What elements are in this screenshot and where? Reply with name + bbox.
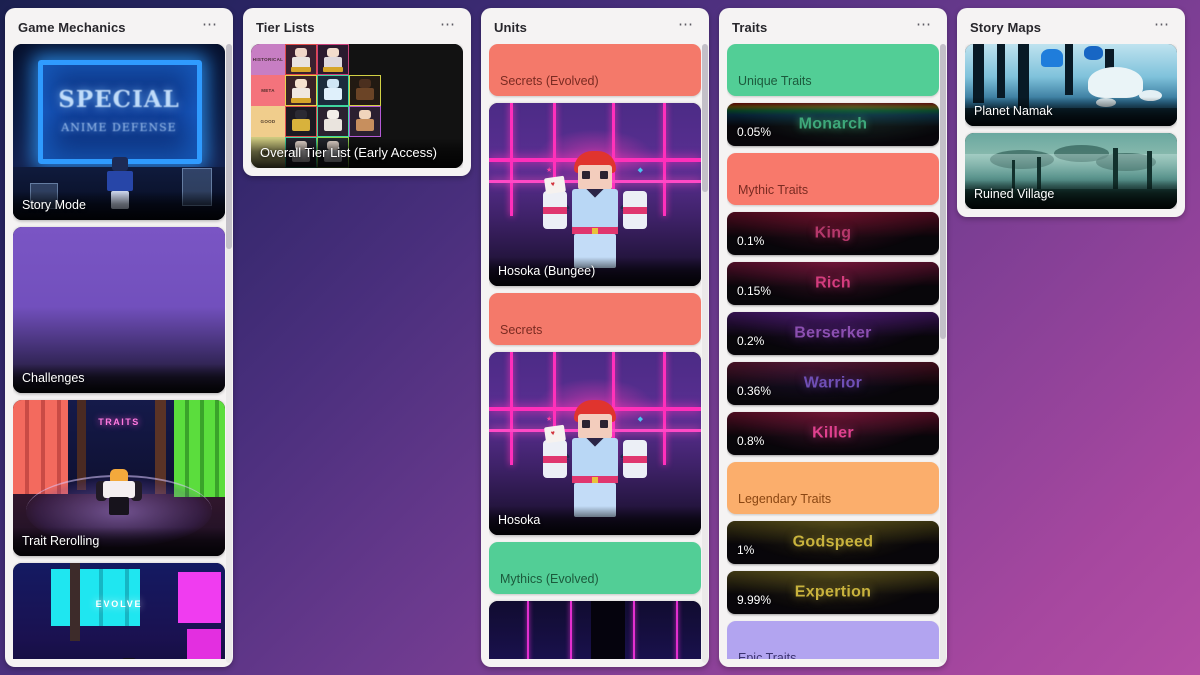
card-caption: Overall Tier List (Early Access) — [251, 138, 463, 168]
category-label: Unique Traits — [738, 74, 812, 88]
card-unit-partial[interactable] — [489, 601, 701, 659]
trait-name: Godspeed — [792, 533, 874, 551]
scrollbar-units[interactable] — [702, 44, 708, 663]
card-trait-rerolling[interactable]: TRAITS Trait Rerolling — [13, 400, 225, 556]
card-hosoka-bungee[interactable]: ★◆ ♠♠ ♥ Hosoka (Bungee) — [489, 103, 701, 286]
card-ruined-village[interactable]: Ruined Village — [965, 133, 1177, 209]
column-header-game-mechanics: Game Mechanics ⋯ — [5, 8, 233, 44]
card-caption: Hosoka — [489, 506, 701, 535]
more-options-icon[interactable]: ⋯ — [910, 17, 934, 35]
card-list-story-maps: Planet Namak Ruined Village — [965, 44, 1177, 209]
trait-percent: 1% — [737, 543, 755, 557]
card-evolve[interactable]: EVOLVE — [13, 563, 225, 659]
trait-row-warrior[interactable]: 0.36% Warrior — [727, 362, 939, 405]
trait-row-killer[interactable]: 0.8% Killer — [727, 412, 939, 455]
card-list-game-mechanics: SPECIAL ANIME DEFENSE Story Mode Challen… — [13, 44, 225, 659]
category-pill-epic-traits[interactable]: Epic Traits — [727, 621, 939, 659]
category-label: Mythics (Evolved) — [500, 572, 599, 586]
column-traits: Traits ⋯ Unique Traits 0.05% Monarch Myt… — [719, 8, 947, 667]
more-options-icon[interactable]: ⋯ — [672, 17, 696, 35]
more-options-icon[interactable]: ⋯ — [434, 17, 458, 35]
column-body-story-maps: Planet Namak Ruined Village — [957, 44, 1185, 217]
trait-percent: 0.2% — [737, 334, 765, 348]
column-header-tier-lists: Tier Lists ⋯ — [243, 8, 471, 44]
category-pill-mythics-evolved[interactable]: Mythics (Evolved) — [489, 542, 701, 594]
column-title: Tier Lists — [256, 19, 315, 35]
evolve-artwork: EVOLVE — [13, 563, 225, 659]
board: Game Mechanics ⋯ SPECIAL ANIME DEFENSE S… — [0, 0, 1200, 675]
item-list-traits: Unique Traits 0.05% Monarch Mythic Trait… — [727, 44, 939, 659]
card-caption: Story Mode — [13, 191, 225, 220]
category-pill-legendary-traits[interactable]: Legendary Traits — [727, 462, 939, 514]
column-body-traits[interactable]: Unique Traits 0.05% Monarch Mythic Trait… — [719, 44, 947, 667]
column-body-tier-lists: HISTORICAL META GOOD Overall Tier List (… — [243, 44, 471, 176]
more-options-icon[interactable]: ⋯ — [196, 17, 220, 35]
column-title: Units — [494, 19, 527, 35]
scrollbar-traits[interactable] — [940, 44, 946, 663]
category-pill-mythic-traits[interactable]: Mythic Traits — [727, 153, 939, 205]
column-title: Game Mechanics — [18, 19, 126, 35]
card-caption: Hosoka (Bungee) — [489, 257, 701, 286]
column-story-maps: Story Maps ⋯ Planet Namak Ruined Village — [957, 8, 1185, 217]
card-hosoka[interactable]: ★◆ ♠♠ ♥ Hosoka — [489, 352, 701, 535]
trait-percent: 0.36% — [737, 384, 772, 398]
card-overall-tier-list[interactable]: HISTORICAL META GOOD Overall Tier List (… — [251, 44, 463, 168]
item-list-units: Secrets (Evolved) ★ ◆ ♥ Hosoka (Bungee) … — [489, 44, 701, 659]
tier-label: META — [251, 75, 285, 106]
trait-row-rich[interactable]: 0.15% Rich — [727, 262, 939, 305]
card-caption: Challenges — [13, 364, 225, 393]
more-options-icon[interactable]: ⋯ — [1148, 17, 1172, 35]
trait-row-monarch[interactable]: 0.05% Monarch — [727, 103, 939, 146]
tier-label: GOOD — [251, 106, 285, 137]
column-header-units: Units ⋯ — [481, 8, 709, 44]
column-title: Traits — [732, 19, 768, 35]
card-challenges[interactable]: Challenges — [13, 227, 225, 393]
card-story-mode[interactable]: SPECIAL ANIME DEFENSE Story Mode — [13, 44, 225, 220]
trait-row-king[interactable]: 0.1% King — [727, 212, 939, 255]
scrollbar-game-mechanics[interactable] — [226, 44, 232, 663]
card-caption: Trait Rerolling — [13, 527, 225, 556]
category-label: Secrets — [500, 323, 543, 337]
column-title: Story Maps — [970, 19, 1042, 35]
trait-percent: 9.99% — [737, 593, 772, 607]
trait-percent: 0.8% — [737, 434, 765, 448]
card-caption: Ruined Village — [965, 180, 1177, 209]
trait-row-berserker[interactable]: 0.2% Berserker — [727, 312, 939, 355]
column-header-story-maps: Story Maps ⋯ — [957, 8, 1185, 44]
column-tier-lists: Tier Lists ⋯ HISTORICAL META GOOD Overal… — [243, 8, 471, 176]
card-caption: Planet Namak — [965, 97, 1177, 126]
column-game-mechanics: Game Mechanics ⋯ SPECIAL ANIME DEFENSE S… — [5, 8, 233, 667]
category-pill-secrets-evolved[interactable]: Secrets (Evolved) — [489, 44, 701, 96]
category-pill-secrets[interactable]: Secrets — [489, 293, 701, 345]
trait-percent: 0.15% — [737, 284, 772, 298]
trait-row-expertion[interactable]: 9.99% Expertion — [727, 571, 939, 614]
unit-partial-artwork — [489, 601, 701, 659]
category-label: Secrets (Evolved) — [500, 74, 599, 88]
trait-percent: 0.05% — [737, 125, 772, 139]
card-list-tier-lists: HISTORICAL META GOOD Overall Tier List (… — [251, 44, 463, 168]
trait-row-godspeed[interactable]: 1% Godspeed — [727, 521, 939, 564]
tier-label: HISTORICAL — [251, 44, 285, 75]
column-header-traits: Traits ⋯ — [719, 8, 947, 44]
column-body-units[interactable]: Secrets (Evolved) ★ ◆ ♥ Hosoka (Bungee) … — [481, 44, 709, 667]
trait-percent: 0.1% — [737, 234, 765, 248]
category-label: Epic Traits — [738, 651, 797, 659]
column-body-game-mechanics[interactable]: SPECIAL ANIME DEFENSE Story Mode Challen… — [5, 44, 233, 667]
category-pill-unique-traits[interactable]: Unique Traits — [727, 44, 939, 96]
category-label: Legendary Traits — [738, 492, 832, 506]
column-units: Units ⋯ Secrets (Evolved) ★ ◆ ♥ Hosoka (… — [481, 8, 709, 667]
category-label: Mythic Traits — [738, 183, 809, 197]
card-planet-namak[interactable]: Planet Namak — [965, 44, 1177, 126]
